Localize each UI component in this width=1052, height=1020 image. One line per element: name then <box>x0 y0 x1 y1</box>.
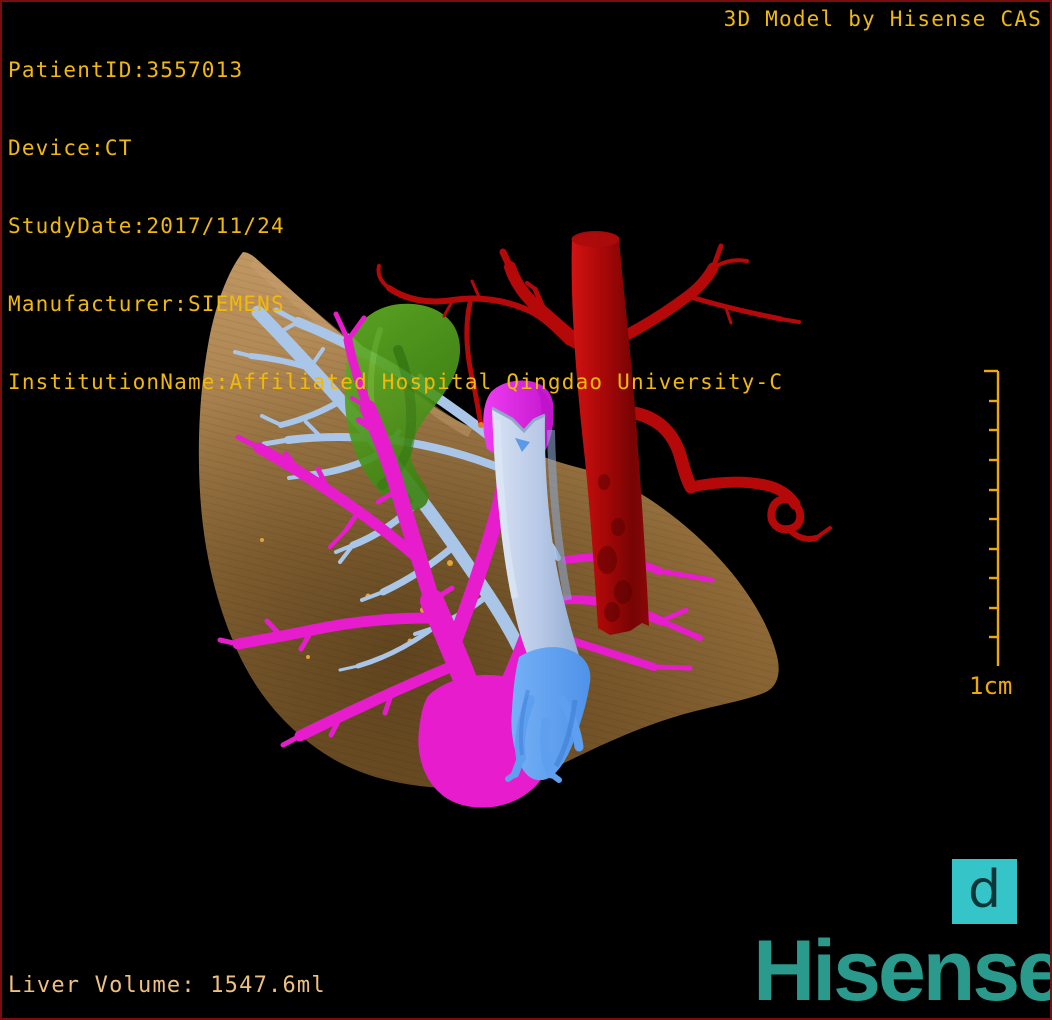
brand-d-icon: d <box>952 859 1017 924</box>
ivc-inferior-mesh <box>505 647 591 783</box>
scale-bar: 1cm <box>969 369 1012 700</box>
hisense-logo: Hisense <box>753 923 1052 1019</box>
watermark-text: 3D Model by Hisense CAS <box>723 7 1042 31</box>
brand-d-letter: d <box>967 859 1001 920</box>
3d-viewport[interactable]: PatientID:3557013 Device:CT StudyDate:20… <box>0 0 1052 1020</box>
scale-bar-label: 1cm <box>969 672 1012 700</box>
info-line-study-date: StudyDate:2017/11/24 <box>8 214 285 238</box>
info-line-institution: InstitutionName:Affiliated Hospital Qing… <box>8 370 784 394</box>
liver-volume-text: Liver Volume: 1547.6ml <box>8 973 326 998</box>
info-line-patient-id: PatientID:3557013 <box>8 58 244 82</box>
patient-info-overlay: PatientID:3557013 Device:CT StudyDate:20… <box>8 5 783 447</box>
info-line-manufacturer: Manufacturer:SIEMENS <box>8 292 285 316</box>
info-line-device: Device:CT <box>8 136 133 160</box>
